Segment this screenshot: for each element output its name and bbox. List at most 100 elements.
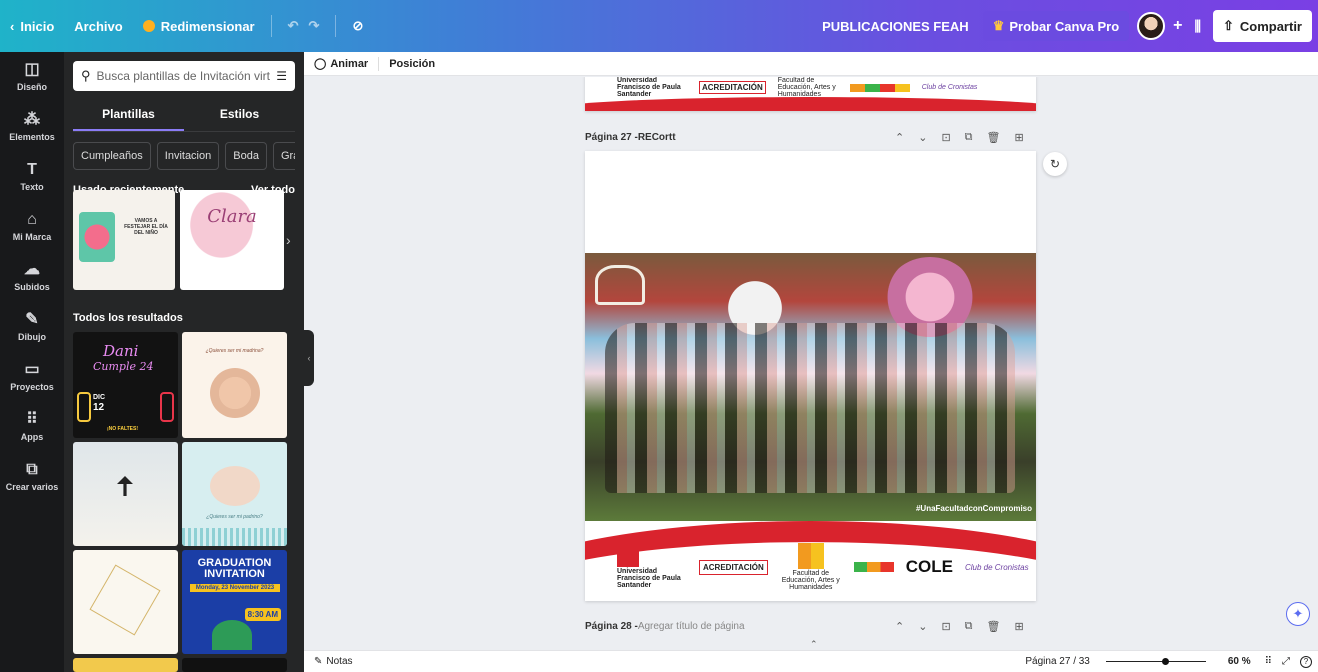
search-input[interactable]: ⚲ Busca plantillas de Invitación virtu ☰ [73,61,295,91]
side-rail: ◫ Diseño ⁂ Elementos T Texto ⌂ Mi Marca ☁ Sub… [0,52,64,672]
avatar[interactable] [1137,12,1166,40]
rail-item-brand[interactable]: ⌂ Mi Marca [0,202,64,252]
lock-icon[interactable]: ⊡ [941,131,950,144]
group-photo: #UnaFacultadconCompromiso [585,253,1036,521]
chip-birthday[interactable]: Cumpleaños [73,142,151,170]
help-icon[interactable]: ? [1300,655,1312,668]
duplicate-icon[interactable]: ⧉ [965,131,973,144]
rail-item-create-multiple[interactable]: ⧉ Crear varios [0,452,64,502]
regenerate-icon[interactable]: ↻ [1043,152,1067,176]
recent-template-2[interactable]: Clara [180,190,284,290]
file-menu[interactable]: Archivo [64,10,132,42]
text-icon: T [27,161,37,178]
graduate-figure [212,620,252,650]
create-multiple-icon: ⧉ [26,461,38,478]
rail-item-elements[interactable]: ⁂ Elementos [0,102,64,152]
chevron-left-icon: ‹ [10,18,15,34]
template-partial-1[interactable] [73,658,178,672]
rail-item-design[interactable]: ◫ Diseño [0,52,64,102]
topbar-right: PUBLICACIONES FEAH ♛ Probar Canva Pro + … [822,10,1312,42]
fullscreen-icon[interactable]: ⤢ [1282,656,1290,667]
scroll-up-icon[interactable]: ⌃ [810,639,818,650]
share-icon: ⇧ [1222,18,1234,33]
design-icon: ◫ [24,61,40,78]
chevron-up-icon[interactable]: ⌃ [895,620,904,633]
chevron-up-icon[interactable]: ⌃ [895,131,904,144]
add-collaborator-icon[interactable]: + [1173,17,1182,35]
photo-placeholder [79,212,115,262]
zoom-level[interactable]: 60 % [1228,656,1251,667]
undo-icon: ↶ [287,18,299,33]
try-pro-button[interactable]: ♛ Probar Canva Pro [982,11,1130,41]
page-28-title-input[interactable]: Agregar título de página [638,621,745,632]
redo-icon: ↷ [308,18,320,33]
rail-item-uploads[interactable]: ☁ Subidos [0,252,64,302]
page-27-tools: ⌃ ⌄ ⊡ ⧉ 🗑 ⊞ [895,131,1024,144]
template-partial-2[interactable] [182,658,287,672]
share-button[interactable]: ⇧ Compartir [1212,10,1312,42]
template-confirmation[interactable] [73,442,178,546]
top-bar: ‹ Inicio Archivo Redimensionar ↶ ↷ ⊘ PUB… [0,0,1318,52]
chevron-right-icon[interactable]: › [286,232,291,248]
zoom-slider-knob[interactable] [1161,658,1169,665]
template-wedding[interactable] [73,550,178,654]
template-godmother[interactable]: ¿Quieres ser mi madrina? [182,332,287,438]
search-icon: ⚲ [81,68,91,83]
page-indicator[interactable]: Página 27 / 33 [1025,656,1090,667]
panel-tabs: Plantillas Estilos [73,101,295,132]
recent-template-1[interactable]: VAMOS A FESTEJAR EL DÍA DEL NIÑO [73,190,175,290]
trash-icon[interactable]: 🗑 [987,131,1001,144]
tab-templates[interactable]: Plantillas [73,101,184,131]
apps-icon: ⠿ [26,411,38,428]
lock-icon[interactable]: ⊡ [941,620,950,633]
divider [335,15,337,37]
color-strip [849,83,910,92]
bottom-bar: ✎ Notas Página 27 / 33 60 % ⠿ ⤢ ? [304,650,1318,672]
page-26-bottom[interactable]: Universidad Francisco de Paula Santander… [585,77,1036,111]
chip-graduation[interactable]: Grad [272,142,295,170]
draw-icon: ✎ [25,311,39,328]
all-results-header: Todos los resultados [73,312,183,324]
notes-button[interactable]: ✎ Notas [314,656,353,667]
magic-assistant-button[interactable]: ✦ [1286,602,1310,626]
save-status-button[interactable]: ⊘ [342,10,373,42]
add-page-icon[interactable]: ⊞ [1014,131,1023,144]
page-28-header: Página 28 - Agregar título de página [585,621,745,632]
templates-panel: ⚲ Busca plantillas de Invitación virtu ☰… [64,52,304,672]
page-27-title[interactable]: RECortt [638,132,676,143]
insights-icon[interactable]: ⫼ [1195,18,1201,35]
home-button[interactable]: ‹ Inicio [0,10,64,42]
rail-item-draw[interactable]: ✎ Dibujo [0,302,64,352]
animate-button[interactable]: ◯ Animar [304,57,378,71]
folder-icon: ▭ [24,361,40,378]
filter-icon[interactable]: ☰ [276,69,287,83]
tab-styles[interactable]: Estilos [184,101,295,131]
rail-item-text[interactable]: T Texto [0,152,64,202]
resize-button[interactable]: Redimensionar [133,10,265,42]
chevron-down-icon[interactable]: ⌄ [918,620,927,633]
chevron-down-icon[interactable]: ⌄ [918,131,927,144]
grid-view-icon[interactable]: ⠿ [1265,656,1272,667]
brand-icon: ⌂ [27,211,37,228]
rail-item-apps[interactable]: ⠿ Apps [0,402,64,452]
animate-icon: ◯ [314,58,327,70]
redo-button[interactable]: ↷ [299,10,330,42]
page-27[interactable]: #UnaFacultadconCompromiso Universidad Fr… [585,151,1036,601]
ufps-mark [617,545,639,567]
trash-icon[interactable]: 🗑 [987,620,1001,633]
rail-item-projects[interactable]: ▭ Proyectos [0,352,64,402]
template-dani[interactable]: Dani Cumple 24 DIC 12 ¡NO FALTES! [73,332,178,438]
duplicate-icon[interactable]: ⧉ [965,620,973,633]
zoom-slider[interactable] [1105,658,1206,665]
position-button[interactable]: Posición [379,58,445,70]
project-title[interactable]: PUBLICACIONES FEAH [822,19,969,34]
add-page-icon[interactable]: ⊞ [1014,620,1023,633]
page-28-tools: ⌃ ⌄ ⊡ ⧉ 🗑 ⊞ [895,620,1024,633]
chip-invitation[interactable]: Invitacion [156,142,220,170]
chip-wedding[interactable]: Boda [225,142,267,170]
upload-icon: ☁ [24,261,40,278]
template-graduation[interactable]: GRADUATION INVITATION Monday, 23 Novembe… [182,550,287,654]
baby-photo [210,368,260,418]
template-godfather[interactable]: ¿Quieres ser mi padrino? [182,442,287,546]
editor-toolbar: ◯ Animar Posición [304,52,1318,76]
